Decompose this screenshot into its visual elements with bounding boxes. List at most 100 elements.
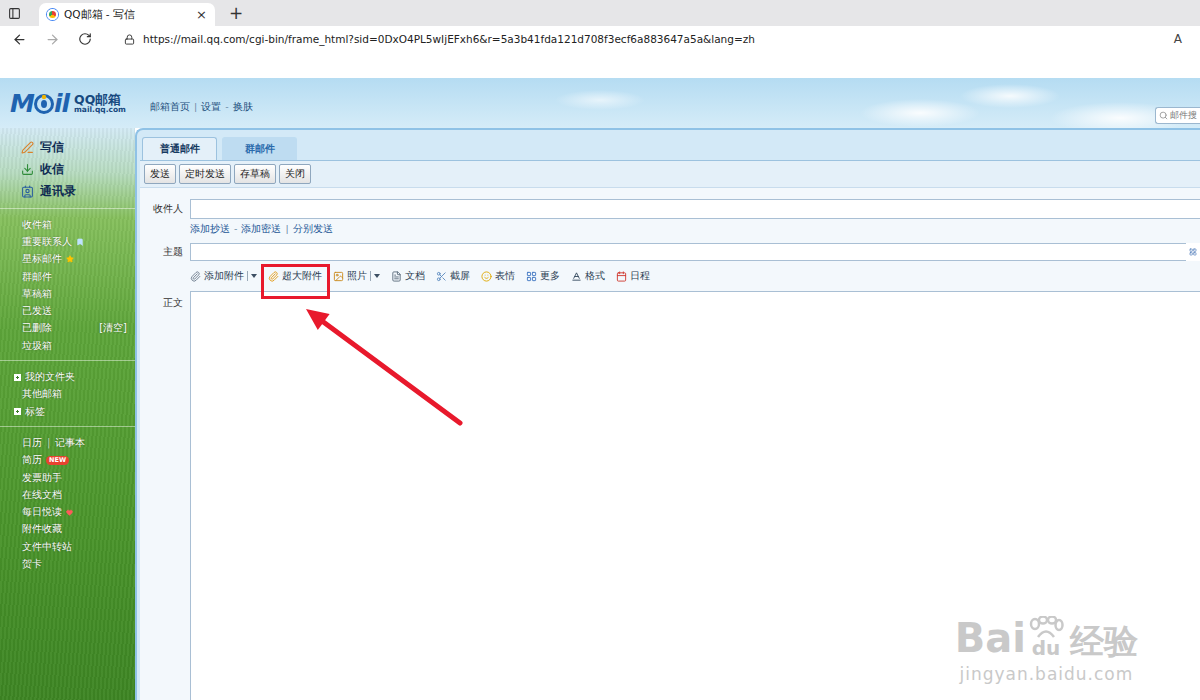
star-icon: [66, 255, 74, 263]
watermark-paw-text: du: [1032, 638, 1061, 658]
back-icon[interactable]: [12, 32, 27, 47]
app-item[interactable]: 文件中转站: [0, 538, 135, 555]
brand-name: QQ邮箱: [74, 93, 126, 106]
search-placeholder: 邮件搜: [1170, 110, 1197, 122]
empty-trash-button[interactable]: [清空]: [99, 321, 127, 335]
watermark-brand: Bai: [955, 618, 1026, 658]
editor-tool[interactable]: 格式: [571, 270, 605, 283]
read-aloud-button[interactable]: A: [1174, 32, 1188, 46]
app-item-extra[interactable]: 记事本: [55, 436, 85, 450]
sidebar-primary-item[interactable]: 写信: [0, 136, 135, 158]
recipient-row: 收件人: [140, 199, 1200, 219]
sidebar-divider: [0, 208, 135, 209]
body-label: 正文: [140, 291, 190, 700]
folder-item[interactable]: 其他邮箱: [0, 386, 135, 403]
folder-item[interactable]: 已删除[清空]: [0, 320, 135, 337]
folder-item[interactable]: 草稿箱: [0, 285, 135, 302]
folder-group[interactable]: 标签: [0, 403, 135, 420]
pencil-icon: [20, 140, 34, 154]
header-link[interactable]: 设置: [201, 101, 221, 114]
recipient-link[interactable]: 添加密送: [241, 223, 281, 236]
header-link[interactable]: 换肤: [233, 101, 253, 114]
link-separator: -: [234, 223, 237, 236]
compose-tab[interactable]: 群邮件: [222, 137, 297, 160]
app-item[interactable]: 简历NEW: [0, 452, 135, 469]
lock-icon: [124, 34, 135, 45]
recipient-input[interactable]: [190, 199, 1200, 219]
editor-tool[interactable]: 表情: [481, 270, 515, 283]
watermark: Baidu 经验 jingyan.baidu.com: [955, 616, 1138, 684]
new-badge: NEW: [46, 456, 69, 465]
mail-header: MilQQ邮箱mail.qq.com邮箱首页|设置-换肤邮件搜: [0, 78, 1200, 128]
body-row: 正文: [140, 291, 1200, 700]
subject-input[interactable]: [190, 243, 1186, 261]
favicon-icon: [47, 9, 58, 20]
browser-tab[interactable]: QQ邮箱 - 写信×: [39, 3, 215, 26]
recipient-link[interactable]: 分别发送: [293, 223, 333, 236]
folder-item[interactable]: 已发送: [0, 302, 135, 319]
folder-item[interactable]: 星标邮件: [0, 251, 135, 268]
toolbar-button[interactable]: 存草稿: [234, 164, 276, 184]
logo-word: Mil: [10, 89, 69, 118]
format-icon: [571, 271, 582, 282]
app-item[interactable]: 每日悦读: [0, 503, 135, 520]
editor-tool[interactable]: 截屏: [436, 270, 470, 283]
sidebar-primary-item[interactable]: 收信: [0, 158, 135, 180]
content: 写信收信通讯录收件箱重要联系人星标邮件群邮件草稿箱已发送已删除[清空]垃圾箱我的…: [0, 128, 1200, 700]
recipient-link[interactable]: 添加抄送: [190, 223, 230, 236]
url-field[interactable]: https://mail.qq.com/cgi-bin/frame_html?s…: [110, 33, 1156, 45]
dropdown-icon[interactable]: [370, 271, 380, 281]
browser-tab-strip: QQ邮箱 - 写信× +: [0, 0, 1200, 26]
compose-tab[interactable]: 普通邮件: [142, 137, 217, 160]
editor-tool[interactable]: 超大附件: [268, 270, 322, 283]
tab-actions-icon[interactable]: [8, 0, 21, 26]
editor-tool[interactable]: 更多: [526, 270, 560, 283]
header-link[interactable]: 邮箱首页: [150, 101, 190, 114]
app-item[interactable]: 发票助手: [0, 469, 135, 486]
body-editor[interactable]: [190, 291, 1200, 700]
editor-tool[interactable]: 文档: [391, 270, 425, 283]
folder-group[interactable]: 我的文件夹: [0, 368, 135, 385]
editor-tool[interactable]: 添加附件: [190, 270, 257, 283]
expand-icon[interactable]: [14, 408, 21, 415]
editor-tool[interactable]: 照片: [333, 270, 380, 283]
app-item[interactable]: 在线文档: [0, 486, 135, 503]
editor-tool[interactable]: 日程: [616, 270, 650, 283]
document-icon: [391, 271, 402, 282]
toolbar-button[interactable]: 发送: [144, 164, 176, 184]
subject-grid-icon[interactable]: [1186, 248, 1200, 256]
subject-label: 主题: [140, 245, 190, 259]
paperclip-icon: [190, 271, 201, 282]
link-separator: |: [194, 101, 197, 114]
app-item[interactable]: 贺卡: [0, 555, 135, 572]
toolbar-button[interactable]: 关闭: [279, 164, 311, 184]
more-icon: [526, 271, 537, 282]
forward-icon[interactable]: [45, 32, 60, 47]
screenshot-icon: [436, 271, 447, 282]
vip-bookmark-icon: [76, 238, 84, 246]
logo[interactable]: MilQQ邮箱mail.qq.com: [0, 78, 150, 128]
header-links: 邮箱首页|设置-换肤: [150, 101, 253, 128]
hot-icon: [66, 509, 73, 516]
watermark-title: 经验: [1070, 624, 1138, 658]
compose-form: 收件人添加抄送-添加密送|分别发送主题添加附件超大附件照片文档截屏表情更多格式日…: [140, 187, 1200, 700]
app-item[interactable]: 日历|记事本: [0, 434, 135, 451]
folder-item[interactable]: 收件箱: [0, 216, 135, 233]
new-tab-button[interactable]: +: [223, 0, 249, 26]
dropdown-icon[interactable]: [247, 271, 257, 281]
folder-item[interactable]: 群邮件: [0, 268, 135, 285]
app-item[interactable]: 附件收藏: [0, 521, 135, 538]
folder-item[interactable]: 重要联系人: [0, 233, 135, 250]
calendar-icon: [616, 271, 627, 282]
sidebar-divider: [0, 360, 135, 361]
watermark-url: jingyan.baidu.com: [959, 664, 1133, 684]
photo-icon: [333, 271, 344, 282]
folder-item[interactable]: 垃圾箱: [0, 337, 135, 354]
recipient-links: 添加抄送-添加密送|分别发送: [140, 223, 1200, 236]
reload-icon[interactable]: [78, 32, 92, 46]
tab-close-button[interactable]: ×: [196, 8, 207, 21]
toolbar-button[interactable]: 定时发送: [179, 164, 231, 184]
sidebar-primary-item[interactable]: 通讯录: [0, 180, 135, 202]
expand-icon[interactable]: [14, 374, 21, 381]
mail-search-field[interactable]: 邮件搜: [1155, 107, 1200, 124]
